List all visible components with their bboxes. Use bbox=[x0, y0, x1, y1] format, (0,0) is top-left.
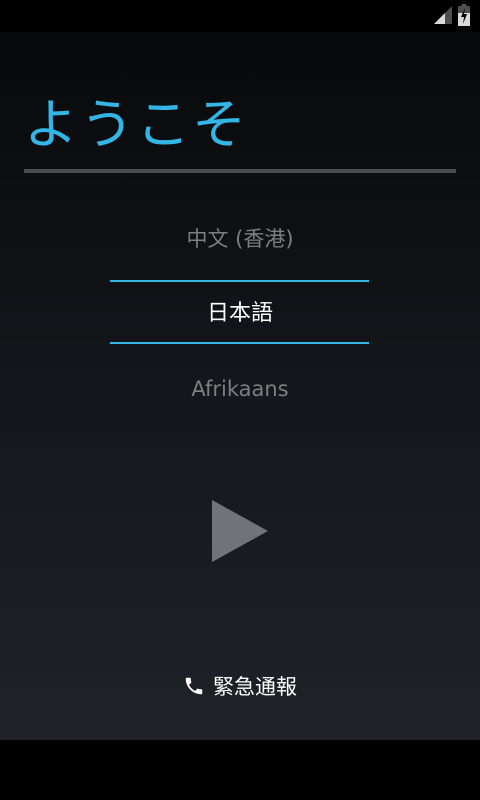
picker-selection-top-line bbox=[110, 280, 369, 282]
signal-icon bbox=[434, 6, 452, 24]
status-bar bbox=[0, 0, 480, 32]
language-option-next[interactable]: Afrikaans bbox=[110, 372, 370, 406]
welcome-title: ようこそ bbox=[24, 93, 248, 156]
language-option-selected[interactable]: 日本語 bbox=[110, 297, 370, 331]
title-divider bbox=[24, 169, 456, 173]
start-button[interactable] bbox=[200, 492, 280, 572]
navigation-bar bbox=[0, 740, 480, 800]
picker-selection-bottom-line bbox=[110, 342, 369, 344]
emergency-call-button[interactable]: 緊急通報 bbox=[160, 666, 320, 706]
phone-icon bbox=[185, 677, 203, 695]
play-icon bbox=[212, 500, 268, 562]
battery-charging-icon bbox=[458, 4, 470, 26]
setup-wizard-screen: ようこそ 中文 (香港) 日本語 Afrikaans 緊急通報 bbox=[0, 0, 480, 800]
welcome-content: ようこそ 中文 (香港) 日本語 Afrikaans 緊急通報 bbox=[0, 32, 480, 740]
language-option-previous[interactable]: 中文 (香港) bbox=[110, 222, 370, 256]
emergency-call-label: 緊急通報 bbox=[213, 675, 297, 699]
